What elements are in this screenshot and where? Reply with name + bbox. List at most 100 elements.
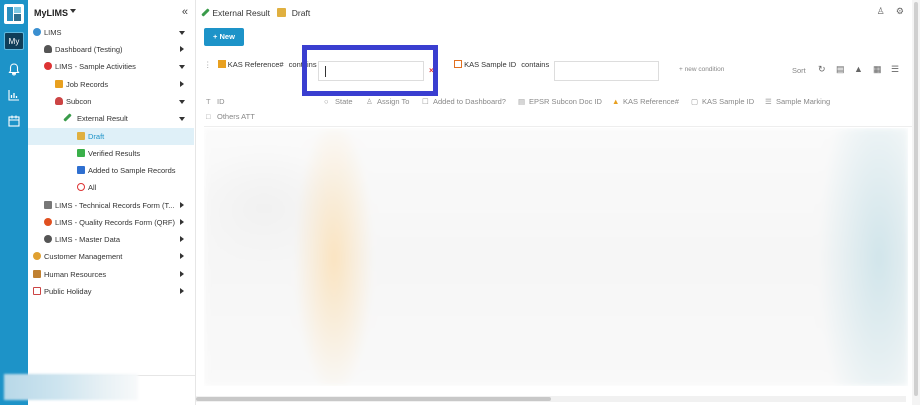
filter-field-kas-reference[interactable]: KAS Reference# [228, 60, 284, 69]
sidebar-item-label: Verified Results [88, 149, 141, 158]
sidebar-item-label: Draft [88, 132, 105, 141]
calendar-view-icon[interactable]: ▦ [873, 64, 884, 75]
globe-icon [33, 28, 41, 36]
breadcrumb-parent[interactable]: External Result [212, 8, 270, 18]
warning-icon: ▲ [612, 97, 620, 106]
chevron-right-icon [180, 253, 184, 259]
sidebar-item-label: LIMS [44, 28, 62, 37]
clear-filter-icon[interactable]: × [429, 66, 434, 75]
calendar-icon[interactable] [7, 114, 21, 128]
main-content: External Result Draft ♙ ⚙ + New ⋮ KAS Re… [196, 0, 912, 405]
scrollbar-thumb[interactable] [914, 2, 918, 396]
refresh-icon[interactable]: ↻ [818, 64, 829, 75]
chevron-right-icon [180, 219, 184, 225]
grid-body-blurred[interactable] [204, 128, 908, 386]
sidebar-item-added-to-sample-records[interactable]: Added to Sample Records [28, 162, 194, 179]
sort-button[interactable]: Sort [792, 66, 806, 75]
column-label: KAS Reference# [623, 97, 679, 106]
column-assign-to[interactable]: ♙ Assign To [366, 97, 409, 106]
sidebar-item-label: Customer Management [44, 252, 123, 261]
sidebar-item-job-records[interactable]: Job Records [28, 76, 194, 93]
chevron-down-icon [179, 31, 185, 35]
filter-operator-contains-2[interactable]: contains [521, 60, 549, 69]
new-condition-link[interactable]: + new condition [679, 66, 724, 73]
draft-icon [77, 132, 85, 140]
new-record-button[interactable]: + New [204, 28, 244, 46]
column-added-to-dashboard[interactable]: ☐ Added to Dashboard? [422, 97, 506, 106]
chevron-down-icon [179, 100, 185, 104]
pencil-icon [63, 113, 72, 122]
my-workspace-button[interactable]: My [4, 32, 24, 50]
column-state[interactable]: ○ State [324, 97, 353, 106]
flask-icon [44, 62, 52, 70]
top-right-actions: ♙ ⚙ [868, 6, 904, 17]
users-icon[interactable]: ♙ [877, 6, 885, 17]
app-root: My MyLIMS « LIMS Dashboard (Testing) LIM… [0, 0, 920, 405]
chevron-down-icon[interactable] [70, 9, 76, 13]
app-title[interactable]: MyLIMS [34, 8, 68, 18]
sidebar-item-label: LIMS - Technical Records Form (T... [55, 201, 175, 210]
collapse-sidebar-icon[interactable]: « [182, 6, 188, 18]
state-icon: ○ [324, 97, 329, 106]
folder-icon [77, 166, 85, 174]
sidebar-item-subcon[interactable]: Subcon [28, 93, 194, 110]
chevron-right-icon [180, 81, 184, 87]
sidebar-item-lims[interactable]: LIMS [28, 24, 194, 41]
circle-icon [77, 183, 85, 191]
horizontal-scrollbar[interactable] [196, 396, 906, 402]
people-icon [33, 270, 41, 278]
sidebar-item-label: LIMS - Quality Records Form (QRF) [55, 218, 176, 227]
chevron-down-icon [179, 65, 185, 69]
sidebar-item-quality-records[interactable]: LIMS - Quality Records Form (QRF) [28, 214, 194, 231]
check-icon [77, 149, 85, 157]
chevron-down-icon [179, 117, 185, 121]
sidebar-item-customer-management[interactable]: Customer Management [28, 248, 194, 265]
attachment-icon: □ [206, 112, 211, 121]
chevron-right-icon [180, 271, 184, 277]
column-id[interactable]: T ID [206, 97, 225, 106]
list-view-icon[interactable]: ☰ [891, 64, 902, 75]
filter-field-kas-sample-id[interactable]: KAS Sample ID [464, 60, 516, 69]
user-profile-blurred[interactable] [4, 374, 138, 400]
export-icon[interactable]: ▤ [836, 64, 847, 75]
settings-gear-icon[interactable]: ⚙ [896, 6, 904, 17]
filter-row: ⋮ KAS Reference# contains [204, 60, 317, 69]
sidebar-item-master-data[interactable]: LIMS - Master Data [28, 231, 194, 248]
column-label: Added to Dashboard? [433, 97, 506, 106]
pencil-icon [201, 8, 210, 17]
warning-icon [55, 80, 63, 88]
column-others-att[interactable]: □ Others ATT [206, 112, 255, 121]
sidebar-item-technical-records[interactable]: LIMS - Technical Records Form (T... [28, 197, 194, 214]
sidebar-item-all[interactable]: All [28, 179, 194, 196]
chevron-right-icon [180, 46, 184, 52]
column-sample-marking[interactable]: ☰ Sample Marking [765, 97, 830, 106]
column-epsr-subcon-doc-id[interactable]: ▤ EPSR Subcon Doc ID [518, 97, 602, 106]
breadcrumb: External Result Draft [201, 7, 310, 18]
blurred-table-content [204, 128, 908, 386]
sidebar-item-verified-results[interactable]: Verified Results [28, 145, 194, 162]
column-kas-sample-id[interactable]: ▢ KAS Sample ID [691, 97, 754, 106]
calendar-icon [33, 287, 41, 295]
chart-icon[interactable] [7, 88, 21, 102]
sidebar-item-label: Dashboard (Testing) [55, 45, 123, 54]
sidebar-item-human-resources[interactable]: Human Resources [28, 266, 194, 283]
scrollbar-thumb[interactable] [196, 397, 551, 401]
bell-icon[interactable] [7, 62, 21, 76]
draft-icon [277, 8, 287, 18]
drag-handle-icon[interactable]: ⋮ [204, 60, 212, 69]
column-kas-reference[interactable]: ▲ KAS Reference# [612, 97, 679, 106]
sidebar-item-public-holiday[interactable]: Public Holiday [28, 283, 194, 300]
sidebar-item-external-result[interactable]: External Result [28, 110, 194, 127]
column-label: KAS Sample ID [702, 97, 755, 106]
sidebar-item-sample-activities[interactable]: LIMS - Sample Activities [28, 58, 194, 75]
sidebar-item-draft[interactable]: Draft [28, 128, 194, 145]
kas-sample-id-filter-input[interactable] [554, 61, 659, 81]
app-logo-icon[interactable] [4, 4, 24, 24]
text-type-icon: T [206, 97, 211, 106]
chevron-right-icon [180, 202, 184, 208]
sidebar-item-dashboard[interactable]: Dashboard (Testing) [28, 41, 194, 58]
chart-view-icon[interactable]: ▲ [854, 64, 865, 75]
chevron-right-icon [180, 288, 184, 294]
sidebar-item-label: Subcon [66, 97, 92, 106]
vertical-scrollbar[interactable] [912, 0, 920, 405]
